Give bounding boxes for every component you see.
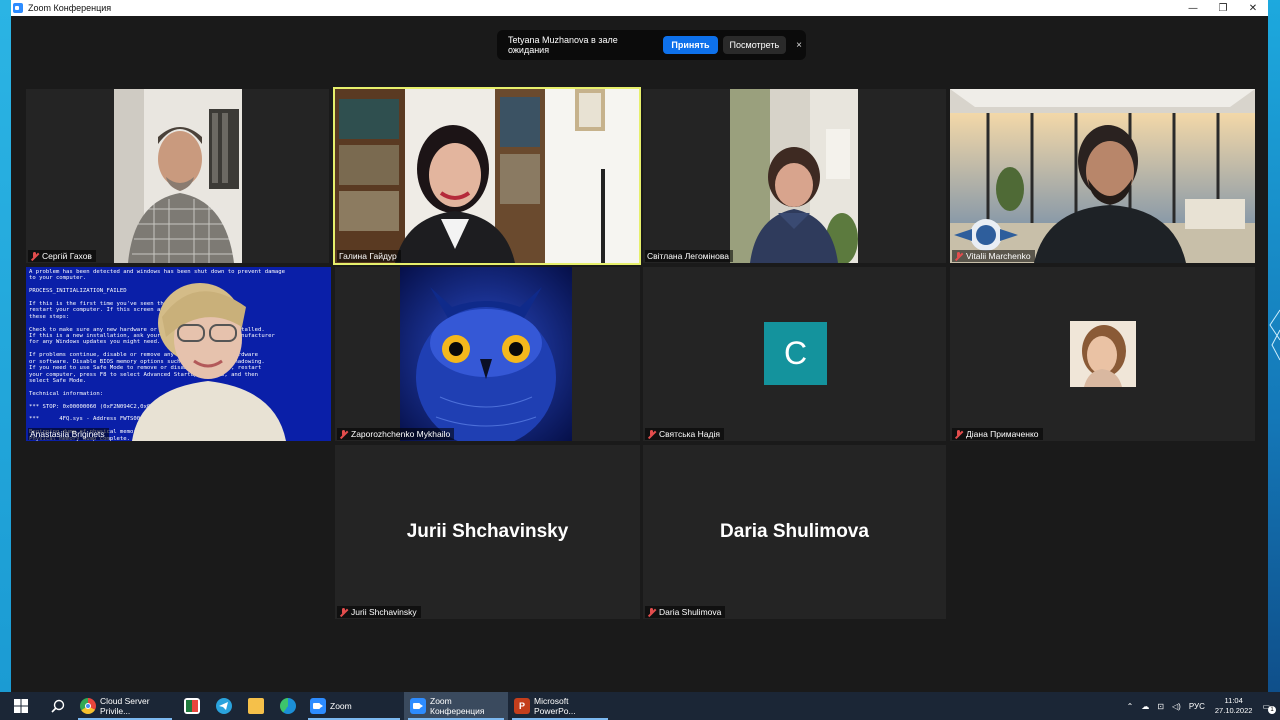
taskbar-app-chrome[interactable]: Cloud Server Privile... [74, 692, 176, 720]
participant-tile[interactable]: Daria Shulimova Daria Shulimova [643, 445, 946, 619]
language-indicator[interactable]: РУС [1185, 702, 1209, 711]
telegram-icon [216, 698, 232, 714]
participant-name: Jurii Shchavinsky [351, 607, 417, 617]
taskbar-pin[interactable] [272, 692, 304, 720]
close-button[interactable]: ✕ [1238, 0, 1268, 16]
title-bar: Zoom Конференция — ❐ ✕ [11, 0, 1268, 16]
clock-date: 27.10.2022 [1214, 706, 1253, 715]
clock[interactable]: 11:04 27.10.2022 [1209, 696, 1259, 716]
participant-display-name: Jurii Shchavinsky [406, 521, 569, 542]
taskbar-app-zoom-meeting[interactable]: Zoom Конференция [404, 692, 508, 720]
muted-mic-icon [339, 607, 349, 617]
participant-tile[interactable]: Світлана Легомінова [643, 89, 946, 263]
participant-video [950, 89, 1255, 263]
participant-tile[interactable]: Діана Примаченко [950, 267, 1255, 441]
network-icon[interactable]: ⊡ [1153, 702, 1168, 711]
participant-name-tag: Zaporozhchenko Mykhailo [337, 428, 455, 440]
participant-video [114, 89, 242, 263]
participant-name-tag: Vitalii Marchenko [952, 250, 1035, 262]
view-button[interactable]: Посмотреть [722, 36, 787, 54]
taskbar-app-label: Zoom Конференция [430, 696, 485, 716]
taskbar-app-label: Zoom [330, 701, 352, 711]
avatar: C [764, 322, 827, 385]
volume-icon[interactable]: ◁) [1168, 702, 1185, 711]
participant-video [335, 89, 639, 263]
minimize-button[interactable]: — [1178, 0, 1208, 16]
participant-video [730, 89, 858, 263]
folder-icon [248, 698, 264, 714]
edge-icon [280, 698, 296, 714]
weather-icon[interactable]: ☁ [1137, 702, 1153, 711]
waiting-room-message: Tetyana Muzhanova в зале ожидания [508, 35, 618, 55]
muted-mic-icon [647, 429, 657, 439]
clock-time: 11:04 [1224, 696, 1243, 705]
search-icon [51, 699, 65, 713]
participant-name-tag: Сергій Гахов [28, 250, 96, 262]
participant-name-tag: Святська Надія [645, 428, 724, 440]
notification-count-badge: 1 [1268, 705, 1276, 714]
participant-tile[interactable]: Jurii Shchavinsky Jurii Shchavinsky [335, 445, 640, 619]
search-button[interactable] [42, 692, 74, 720]
zoom-icon [410, 698, 426, 714]
start-button[interactable] [0, 692, 42, 720]
participant-tile[interactable]: Vitalii Marchenko [950, 89, 1255, 263]
maximize-button[interactable]: ❐ [1208, 0, 1238, 16]
participant-tile[interactable]: Zaporozhchenko Mykhailo [335, 267, 640, 441]
taskbar-app-label: Cloud Server Privile... [100, 696, 150, 716]
participant-name: Сергій Гахов [42, 251, 92, 261]
participant-name-tag: Anastasiia Briginets [28, 428, 109, 440]
zoom-icon [310, 698, 326, 714]
participant-name-tag: Jurii Shchavinsky [337, 606, 421, 618]
chevron-up-icon[interactable]: ⌃ [1123, 702, 1138, 711]
participant-name-tag: Daria Shulimova [645, 606, 726, 618]
participant-name: Zaporozhchenko Mykhailo [351, 429, 451, 439]
taskbar-pin[interactable] [208, 692, 240, 720]
notifications-icon[interactable]: ▭ 1 [1258, 702, 1280, 714]
participant-name: Галина Гайдур [339, 251, 397, 261]
participant-tile[interactable]: C Святська Надія [643, 267, 946, 441]
participant-tile[interactable]: A problem has been detected and windows … [26, 267, 331, 441]
participant-name: Anastasiia Briginets [30, 429, 105, 439]
muted-mic-icon [954, 429, 964, 439]
taskbar-app-powerpoint[interactable]: P Microsoft PowerPo... [508, 692, 612, 720]
window-title: Zoom Конференция [28, 3, 112, 13]
powerpoint-icon: P [514, 698, 530, 714]
participant-name: Світлана Легомінова [647, 251, 729, 261]
participant-name: Vitalii Marchenko [966, 251, 1031, 261]
taskbar-app-zoom[interactable]: Zoom [304, 692, 404, 720]
muted-mic-icon [339, 429, 349, 439]
desktop-background-right [1268, 0, 1280, 692]
system-tray: ⌃ ☁ ⊡ ◁) РУС 11:04 27.10.2022 ▭ 1 [1123, 692, 1280, 720]
participant-name: Святська Надія [659, 429, 720, 439]
participant-name: Діана Примаченко [966, 429, 1039, 439]
excel-like-icon [184, 698, 200, 714]
waiting-room-notification: Tetyana Muzhanova в зале ожидания Принят… [497, 30, 806, 60]
participant-display-name: Daria Shulimova [720, 521, 869, 542]
admit-button[interactable]: Принять [663, 36, 718, 54]
participant-tile[interactable]: Сергій Гахов [26, 89, 329, 263]
taskbar-pin[interactable] [176, 692, 208, 720]
muted-mic-icon [647, 607, 657, 617]
zoom-meeting-window: Zoom Конференция — ❐ ✕ Tetyana Muzhanova… [11, 0, 1268, 692]
participant-tile-active-speaker[interactable]: Галина Гайдур [333, 87, 641, 265]
participant-name-tag: Діана Примаченко [952, 428, 1043, 440]
avatar [1070, 321, 1136, 387]
windows-logo-icon [14, 699, 28, 713]
dismiss-notification-button[interactable]: × [792, 40, 806, 51]
participant-name: Daria Shulimova [659, 607, 722, 617]
windows-taskbar: Cloud Server Privile... Zoom Zoom Конфер… [0, 692, 1280, 720]
muted-mic-icon [954, 251, 964, 261]
participant-name-tag: Світлана Легомінова [645, 250, 733, 262]
taskbar-pin[interactable] [240, 692, 272, 720]
muted-mic-icon [30, 251, 40, 261]
zoom-icon [13, 3, 23, 13]
taskbar-app-label: Microsoft PowerPo... [534, 696, 576, 716]
participant-name-tag: Галина Гайдур [337, 250, 401, 262]
chrome-icon [80, 698, 96, 714]
participant-video [400, 267, 572, 441]
participant-video [96, 267, 331, 441]
